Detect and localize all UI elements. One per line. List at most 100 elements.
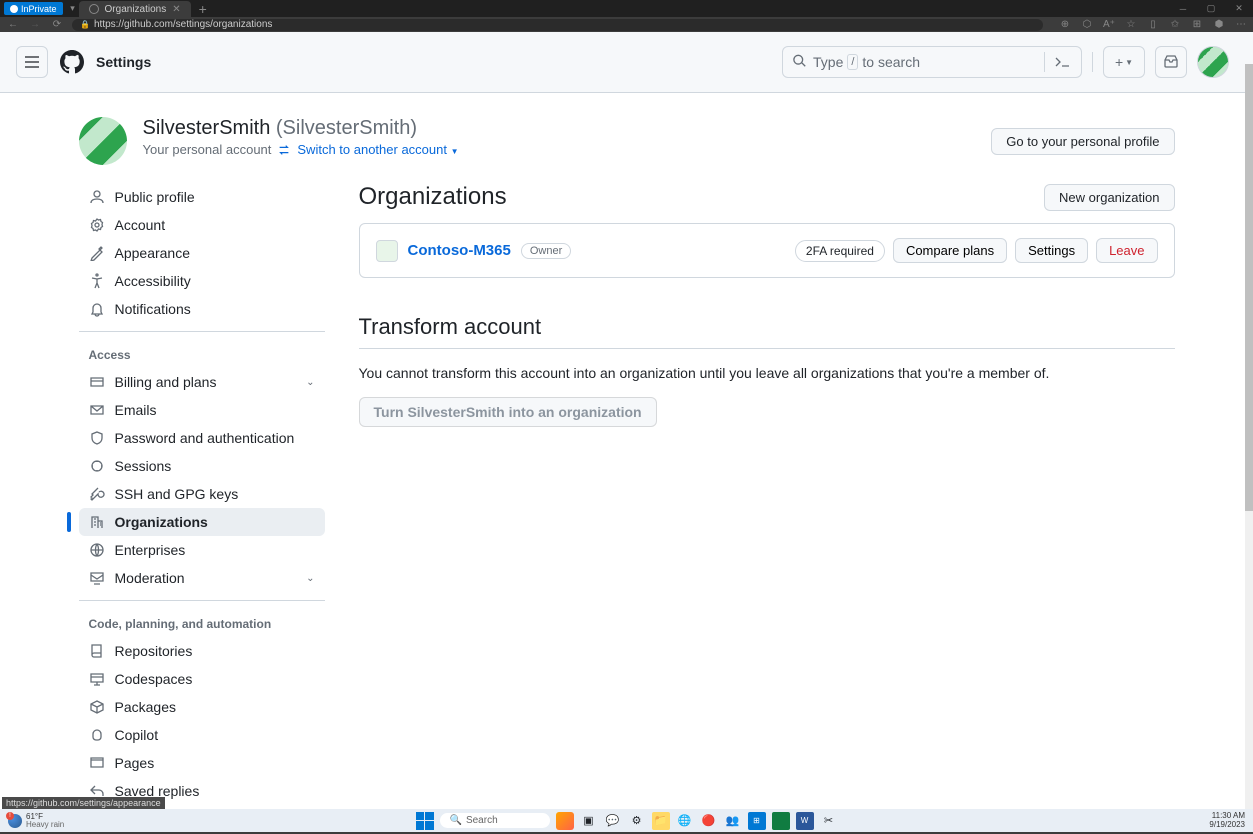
sidebar-item-appearance[interactable]: Appearance [79,239,325,267]
window-maximize[interactable]: ▢ [1197,0,1225,17]
app-icon[interactable]: ⊞ [748,812,766,830]
sidebar-item-repositories[interactable]: Repositories [79,637,325,665]
taskbar-search[interactable]: 🔍 Search [440,813,550,828]
org-settings-button[interactable]: Settings [1015,238,1088,263]
caret-down-icon: ▼ [1125,58,1133,67]
hamburger-icon [24,54,40,70]
sidebar-item-accessibility[interactable]: Accessibility [79,267,325,295]
collections-icon[interactable]: ⊞ [1191,19,1203,30]
page-title: Settings [96,54,151,70]
scrollbar[interactable] [1245,64,1253,809]
more-icon[interactable]: ⋯ [1235,19,1247,30]
sidebar-item-account[interactable]: Account [79,211,325,239]
search-icon: 🔍 [450,815,462,826]
teams-icon[interactable]: 👥 [724,812,742,830]
sidebar-item-enterprises[interactable]: Enterprises [79,536,325,564]
transform-title: Transform account [359,314,1175,349]
sidebar-item-label: Moderation [115,570,185,586]
snip-icon[interactable]: ✂ [820,812,838,830]
switch-account-link[interactable]: Switch to another account ▼ [297,142,458,157]
settings-icon[interactable]: ⚙ [628,812,646,830]
lock-icon: 🔒 [80,20,90,29]
sidebar-item-label: Password and authentication [115,430,295,446]
chrome-icon[interactable]: 🔴 [700,812,718,830]
sidebar-item-codespaces[interactable]: Codespaces [79,665,325,693]
zoom-icon[interactable]: ⊕ [1059,19,1071,30]
user-avatar[interactable] [1197,46,1229,78]
sidebar-item-billing-and-plans[interactable]: Billing and plans⌄ [79,368,325,396]
window-minimize[interactable]: ─ [1169,0,1197,17]
sidebar-item-notifications[interactable]: Notifications [79,295,325,323]
compare-plans-button[interactable]: Compare plans [893,238,1007,263]
profile-avatar [79,117,127,165]
tab-close-icon[interactable]: ✕ [172,4,180,15]
inprivate-badge: InPrivate [4,2,63,15]
sidebar-item-packages[interactable]: Packages [79,693,325,721]
app2-icon[interactable] [772,812,790,830]
url-input[interactable]: 🔒 https://github.com/settings/organizati… [72,19,1043,31]
start-button[interactable] [416,812,434,830]
sidebar-item-ssh-and-gpg-keys[interactable]: SSH and GPG keys [79,480,325,508]
hamburger-button[interactable] [16,46,48,78]
create-new-button[interactable]: + ▼ [1103,46,1145,78]
word-icon[interactable]: W [796,812,814,830]
main-title: Organizations [359,183,507,211]
enterprises-icon [89,542,105,558]
nav-refresh[interactable]: ⟳ [50,19,64,30]
sidebar-item-label: Pages [115,755,155,771]
new-tab-button[interactable]: + [191,0,215,17]
nav-back[interactable]: ← [6,19,20,30]
organization-card: Contoso-M365 Owner 2FA required Compare … [359,223,1175,278]
sidebar-item-organizations[interactable]: Organizations [79,508,325,536]
widgets-icon[interactable] [556,812,574,830]
favorites-bar-icon[interactable]: ✩ [1169,19,1181,30]
sidebar-item-sessions[interactable]: Sessions [79,452,325,480]
sidebar-item-label: Account [115,217,166,233]
search-box[interactable]: Type / to search [782,46,1082,78]
sidebar-item-copilot[interactable]: Copilot [79,721,325,749]
account-icon [89,217,105,233]
sidebar-item-emails[interactable]: Emails [79,396,325,424]
weather-widget[interactable]: ! 61°F Heavy rain [8,813,64,829]
tab-list-button[interactable]: ▾ [67,2,79,14]
favorite-icon[interactable]: ☆ [1125,19,1137,30]
notifications-button[interactable] [1155,46,1187,78]
system-clock[interactable]: 11:30 AM 9/19/2023 [1209,812,1245,830]
org-name-link[interactable]: Contoso-M365 [408,242,511,259]
sidebar-item-moderation[interactable]: Moderation⌄ [79,564,325,592]
github-logo-icon[interactable] [60,50,84,74]
sidebar-item-label: Codespaces [115,671,193,687]
leave-org-button[interactable]: Leave [1096,238,1157,263]
sidebar-item-pages[interactable]: Pages [79,749,325,777]
tab-favicon [89,4,99,14]
split-icon[interactable]: ▯ [1147,19,1159,30]
inbox-icon [1163,54,1179,70]
transform-account-button: Turn SilvesterSmith into an organization [359,397,657,427]
command-palette-icon[interactable] [1044,52,1071,72]
extensions-icon[interactable]: ⬢ [1213,19,1225,30]
github-header: Settings Type / to search + ▼ [0,32,1253,93]
sidebar-item-password-and-authentication[interactable]: Password and authentication [79,424,325,452]
sidebar-item-label: Public profile [115,189,195,205]
window-close[interactable]: ✕ [1225,0,1253,17]
goto-profile-button[interactable]: Go to your personal profile [991,128,1174,155]
taskbar-search-label: Search [466,815,498,826]
edge-icon[interactable]: 🌐 [676,812,694,830]
url-bar: ← → ⟳ 🔒 https://github.com/settings/orga… [0,17,1253,32]
copilot-icon [89,727,105,743]
shopping-icon[interactable]: ⬡ [1081,19,1093,30]
explorer-icon[interactable]: 📁 [652,812,670,830]
read-aloud-icon[interactable]: A⁺ [1103,19,1115,30]
sidebar-item-label: Appearance [115,245,191,261]
tab-title: Organizations [105,4,167,15]
sidebar-item-public-profile[interactable]: Public profile [79,183,325,211]
task-view-icon[interactable]: ▣ [580,812,598,830]
new-organization-button[interactable]: New organization [1044,184,1174,211]
sidebar-item-label: Emails [115,402,157,418]
chat-icon[interactable]: 💬 [604,812,622,830]
browser-tab[interactable]: Organizations ✕ [79,1,191,17]
transform-description: You cannot transform this account into a… [359,365,1175,381]
header-divider [1092,52,1093,72]
sidebar-item-label: SSH and GPG keys [115,486,239,502]
main-content: Organizations New organization Contoso-M… [359,183,1175,427]
